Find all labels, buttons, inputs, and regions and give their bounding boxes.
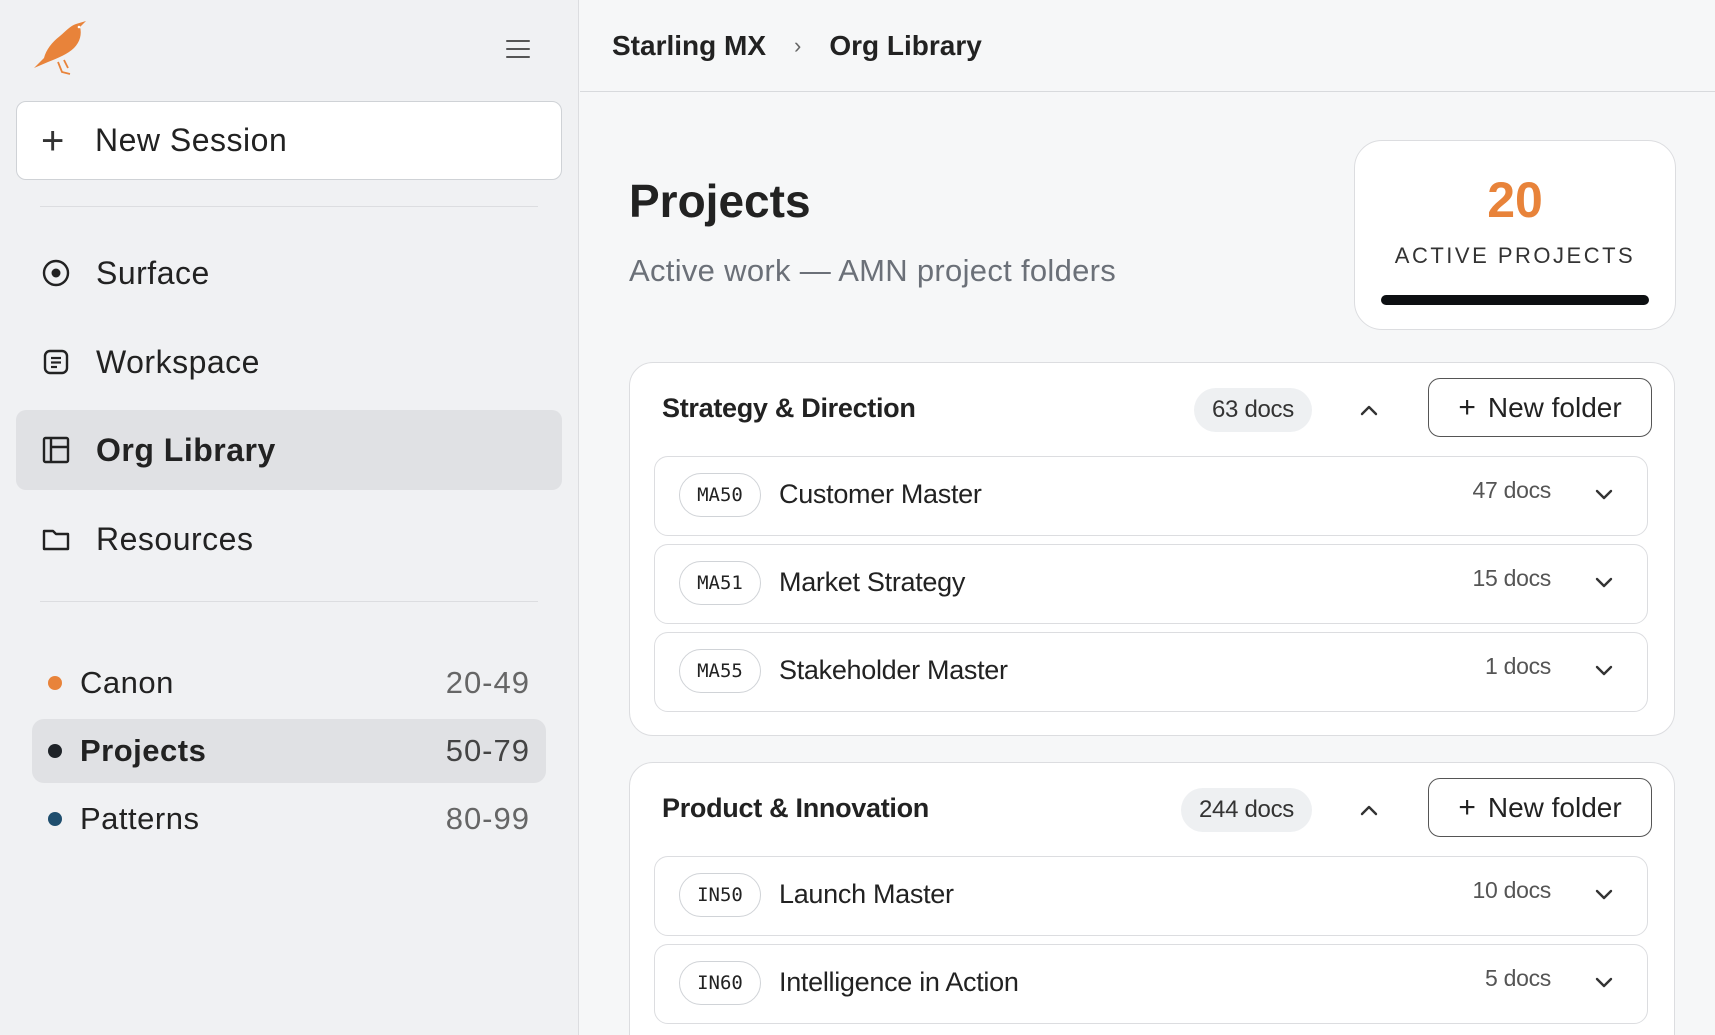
folder-name: Launch Master — [779, 879, 954, 909]
new-folder-button[interactable]: + New folder — [1428, 378, 1652, 437]
sidebar-item-label: Surface — [96, 254, 210, 291]
folder-code-badge: IN60 — [679, 961, 761, 1005]
chevron-down-icon[interactable] — [1591, 657, 1617, 683]
menu-toggle-icon[interactable] — [503, 34, 533, 64]
group-title: Strategy & Direction — [662, 393, 916, 423]
page-title: Projects — [629, 175, 811, 227]
folder-doc-count: 5 docs — [1485, 965, 1551, 991]
sidebar: + New Session Surface Workspace Org Libr… — [0, 0, 579, 1035]
folder-name: Market Strategy — [779, 567, 966, 597]
folder-row[interactable]: MA51 Market Strategy 15 docs — [654, 544, 1648, 624]
group-header: Product & Innovation 244 docs + New fold… — [630, 763, 1674, 855]
folder-row[interactable]: MA55 Stakeholder Master 1 docs — [654, 632, 1648, 712]
folder-doc-count: 15 docs — [1472, 565, 1552, 591]
target-icon — [40, 257, 72, 289]
status-dot — [48, 744, 62, 758]
new-folder-label: New folder — [1487, 391, 1622, 423]
new-session-button[interactable]: + New Session — [16, 101, 562, 180]
range-item-projects[interactable]: Projects 50-79 — [32, 719, 546, 783]
plus-icon: + — [41, 118, 65, 163]
group-strategy-direction: Strategy & Direction 63 docs + New folde… — [629, 362, 1675, 736]
stat-progress-bar — [1381, 295, 1649, 305]
folder-name: Intelligence in Action — [779, 967, 1019, 997]
group-title: Product & Innovation — [662, 793, 929, 823]
folder-doc-count: 47 docs — [1472, 477, 1552, 503]
chevron-up-icon[interactable] — [1354, 795, 1384, 825]
new-folder-label: New folder — [1487, 791, 1622, 823]
page-subtitle: Active work — AMN project folders — [629, 253, 1117, 288]
status-dot — [48, 812, 62, 826]
range-item-canon[interactable]: Canon 20-49 — [32, 651, 546, 715]
chevron-down-icon[interactable] — [1591, 881, 1617, 907]
library-icon — [40, 434, 72, 466]
sidebar-item-label: Org Library — [96, 431, 276, 468]
folder-name: Customer Master — [779, 479, 982, 509]
folder-row[interactable]: IN50 Launch Master 10 docs — [654, 856, 1648, 936]
group-header: Strategy & Direction 63 docs + New folde… — [630, 363, 1674, 455]
folder-row[interactable]: MA50 Customer Master 47 docs — [654, 456, 1648, 536]
range-label: Canon — [80, 665, 174, 700]
plus-icon: + — [1458, 790, 1476, 824]
new-session-label: New Session — [95, 122, 288, 158]
sidebar-divider — [40, 601, 538, 602]
breadcrumb-root-link[interactable]: Starling MX — [612, 30, 766, 62]
chevron-down-icon[interactable] — [1591, 481, 1617, 507]
sidebar-item-label: Resources — [96, 520, 254, 557]
folder-doc-count: 10 docs — [1472, 877, 1552, 903]
active-projects-card: 20 ACTIVE PROJECTS — [1354, 140, 1676, 330]
chevron-right-icon: › — [794, 32, 802, 58]
range-value: 20-49 — [445, 665, 530, 700]
range-item-patterns[interactable]: Patterns 80-99 — [32, 787, 546, 851]
stat-label: ACTIVE PROJECTS — [1394, 243, 1636, 268]
new-folder-button[interactable]: + New folder — [1428, 778, 1652, 837]
folder-code-badge: MA55 — [679, 649, 761, 693]
breadcrumb-current[interactable]: Org Library — [829, 30, 981, 62]
sidebar-item-workspace[interactable]: Workspace — [16, 322, 562, 402]
group-count-badge: 63 docs — [1194, 388, 1312, 432]
sidebar-item-label: Workspace — [96, 343, 260, 380]
range-value: 80-99 — [445, 801, 530, 836]
sidebar-item-surface[interactable]: Surface — [16, 233, 562, 313]
plus-icon: + — [1458, 390, 1476, 424]
chevron-up-icon[interactable] — [1354, 395, 1384, 425]
document-icon — [40, 346, 72, 378]
folder-doc-count: 1 docs — [1485, 653, 1551, 679]
folder-code-badge: MA50 — [679, 473, 761, 517]
sidebar-item-org-library[interactable]: Org Library — [16, 410, 562, 490]
range-label: Projects — [80, 733, 207, 768]
group-product-innovation: Product & Innovation 244 docs + New fold… — [629, 762, 1675, 1035]
group-count-badge: 244 docs — [1181, 788, 1313, 832]
bird-logo-icon[interactable] — [30, 18, 90, 78]
folder-name: Stakeholder Master — [779, 655, 1008, 685]
folder-icon — [40, 523, 72, 555]
chevron-down-icon[interactable] — [1591, 969, 1617, 995]
chevron-down-icon[interactable] — [1591, 569, 1617, 595]
stat-value: 20 — [1487, 172, 1543, 228]
breadcrumb: Starling MX › Org Library — [580, 0, 1715, 92]
status-dot — [48, 676, 62, 690]
folder-row[interactable]: IN60 Intelligence in Action 5 docs — [654, 944, 1648, 1024]
sidebar-item-resources[interactable]: Resources — [16, 499, 562, 579]
range-value: 50-79 — [445, 733, 530, 768]
sidebar-divider — [40, 206, 538, 207]
folder-code-badge: MA51 — [679, 561, 761, 605]
folder-code-badge: IN50 — [679, 873, 761, 917]
range-label: Patterns — [80, 801, 200, 836]
